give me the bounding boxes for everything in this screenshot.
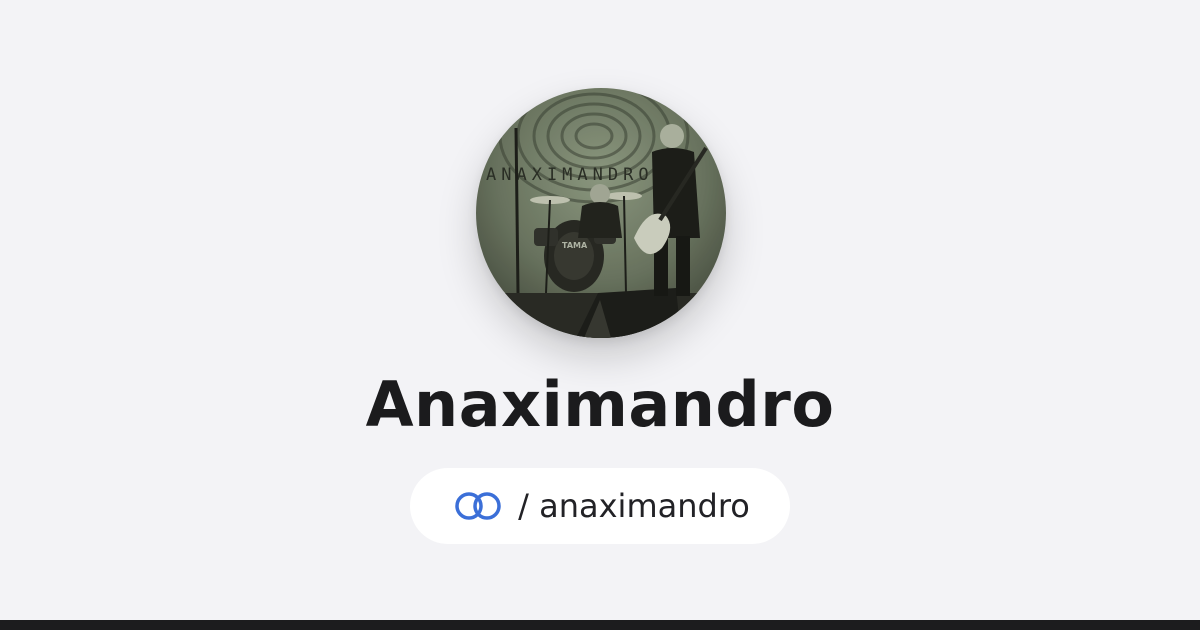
profile-avatar: ANAXIMANDRO TAMA [476, 88, 726, 338]
bottom-bar [0, 620, 1200, 630]
profile-handle: / anaximandro [518, 487, 750, 525]
profile-name: Anaximandro [365, 368, 835, 441]
linked-rings-icon [455, 492, 501, 520]
share-card: ANAXIMANDRO TAMA Anaximandro / anaximand… [0, 0, 1200, 630]
profile-handle-link[interactable]: / anaximandro [410, 468, 790, 544]
band-photo: ANAXIMANDRO TAMA [476, 88, 726, 338]
